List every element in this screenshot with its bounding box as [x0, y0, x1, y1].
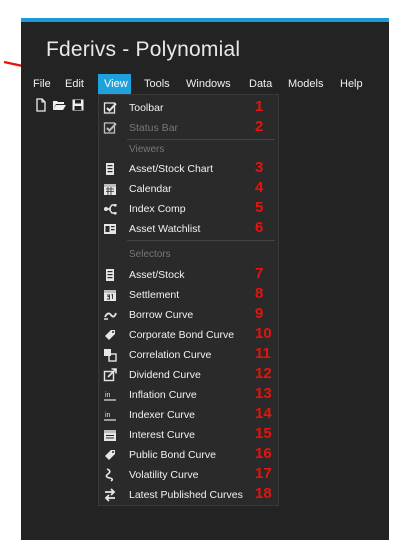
- menu-item-calendar[interactable]: Calendar: [99, 179, 280, 199]
- separator: [127, 139, 275, 140]
- corporate-bond-icon: [105, 330, 115, 340]
- save-icon[interactable]: [71, 98, 85, 112]
- menu-item-label: Dividend Curve: [129, 369, 201, 381]
- menu-item-corporate-bond-curve[interactable]: Corporate Bond Curve: [99, 325, 280, 345]
- section-header-selectors: Selectors: [129, 249, 171, 260]
- menu-data[interactable]: Data: [245, 74, 276, 94]
- menu-item-label: Borrow Curve: [129, 309, 194, 321]
- menu-item-label: Settlement: [129, 289, 180, 301]
- menu-item-inflation-curve[interactable]: in Inflation Curve: [99, 385, 280, 405]
- annotation-number: 3: [255, 159, 264, 176]
- menu-item-label: Index Comp: [129, 203, 186, 215]
- annotation-number: 16: [255, 445, 272, 462]
- menu-item-asset-stock-chart[interactable]: Asset/Stock Chart: [99, 159, 280, 179]
- annotation-number: 9: [255, 305, 264, 322]
- annotation-number: 7: [255, 265, 264, 282]
- open-folder-icon[interactable]: [52, 98, 66, 112]
- separator: [127, 240, 275, 241]
- menu-item-label: Volatility Curve: [129, 469, 199, 481]
- menu-item-interest-curve[interactable]: Interest Curve: [99, 425, 280, 445]
- menu-item-label: Latest Published Curves: [129, 489, 243, 501]
- annotation-number: 10: [255, 325, 272, 342]
- dividend-icon: [103, 368, 117, 382]
- title-accent-bar: [21, 18, 389, 22]
- annotation-number: 8: [255, 285, 264, 302]
- menu-item-asset-stock[interactable]: Asset/Stock: [99, 265, 280, 285]
- menu-item-dividend-curve[interactable]: Dividend Curve: [99, 365, 280, 385]
- view-menu-dropdown: Toolbar Status Bar Viewers Asset/Stock C…: [98, 94, 279, 506]
- menu-windows[interactable]: Windows: [182, 74, 235, 94]
- checkbox-checked-icon: [103, 102, 117, 114]
- menu-item-label: Status Bar: [129, 122, 179, 134]
- annotation-number: 12: [255, 365, 272, 382]
- menu-item-label: Inflation Curve: [129, 389, 197, 401]
- correlation-icon: [104, 349, 117, 362]
- menu-item-status-bar: Status Bar: [99, 118, 280, 138]
- watchlist-icon: [104, 224, 116, 234]
- menu-item-borrow-curve[interactable]: Borrow Curve: [99, 305, 280, 325]
- menu-item-public-bond-curve[interactable]: Public Bond Curve: [99, 445, 280, 465]
- annotation-number: 1: [255, 98, 264, 115]
- window-title: Fderivs - Polynomial: [46, 38, 241, 61]
- new-file-icon[interactable]: [34, 98, 48, 112]
- annotation-number: 18: [255, 485, 272, 502]
- annotation-number: 6: [255, 219, 264, 236]
- checkbox-checked-icon: [103, 122, 117, 134]
- interest-icon: [104, 430, 116, 441]
- menu-item-asset-watchlist[interactable]: Asset Watchlist: [99, 219, 280, 239]
- svg-text:in: in: [105, 392, 111, 399]
- public-bond-icon: [105, 450, 115, 460]
- menu-tools[interactable]: Tools: [140, 74, 174, 94]
- doc-list-icon: [106, 269, 114, 281]
- menu-item-toolbar[interactable]: Toolbar: [99, 98, 280, 118]
- inflation-icon: in: [104, 392, 116, 401]
- menu-item-volatility-curve[interactable]: Volatility Curve: [99, 465, 280, 485]
- menu-item-label: Indexer Curve: [129, 409, 195, 421]
- calendar-icon: [104, 184, 116, 195]
- annotation-number: 14: [255, 405, 272, 422]
- menu-item-correlation-curve[interactable]: Correlation Curve: [99, 345, 280, 365]
- annotation-number: 17: [255, 465, 272, 482]
- menu-item-label: Toolbar: [129, 102, 164, 114]
- menu-item-label: Correlation Curve: [129, 349, 212, 361]
- menu-help[interactable]: Help: [336, 74, 367, 94]
- annotation-number: 2: [255, 118, 264, 135]
- svg-text:in: in: [105, 412, 111, 419]
- menu-item-label: Corporate Bond Curve: [129, 329, 235, 341]
- menu-item-label: Interest Curve: [129, 429, 195, 441]
- annotation-number: 4: [255, 179, 264, 196]
- menu-item-label: Asset Watchlist: [129, 223, 201, 235]
- menu-item-label: Calendar: [129, 183, 172, 195]
- menu-item-label: Asset/Stock: [129, 269, 185, 281]
- chart-doc-icon: [106, 163, 114, 175]
- menu-item-index-comp[interactable]: Index Comp: [99, 199, 280, 219]
- branch-icon: [104, 204, 117, 215]
- annotation-number: 15: [255, 425, 272, 442]
- menu-item-settlement[interactable]: Settlement: [99, 285, 280, 305]
- latest-curves-icon: [104, 488, 116, 502]
- menu-item-latest-published-curves[interactable]: Latest Published Curves: [99, 485, 280, 505]
- calendar-31-icon: [104, 290, 116, 301]
- menu-edit[interactable]: Edit: [61, 74, 88, 94]
- menu-file[interactable]: File: [29, 74, 55, 94]
- indexer-icon: in: [104, 412, 116, 421]
- menu-view[interactable]: View: [98, 74, 131, 94]
- menu-bar: File Edit View Tools Windows Data Models…: [21, 74, 389, 94]
- section-header-viewers: Viewers: [129, 144, 165, 155]
- annotation-number: 5: [255, 199, 264, 216]
- menu-models[interactable]: Models: [284, 74, 327, 94]
- menu-item-label: Asset/Stock Chart: [129, 163, 214, 175]
- annotation-number: 13: [255, 385, 272, 402]
- annotation-number: 11: [255, 345, 271, 362]
- borrow-curve-icon: [104, 312, 117, 320]
- menu-item-label: Public Bond Curve: [129, 449, 216, 461]
- volatility-icon: [105, 468, 114, 482]
- menu-item-indexer-curve[interactable]: in Indexer Curve: [99, 405, 280, 425]
